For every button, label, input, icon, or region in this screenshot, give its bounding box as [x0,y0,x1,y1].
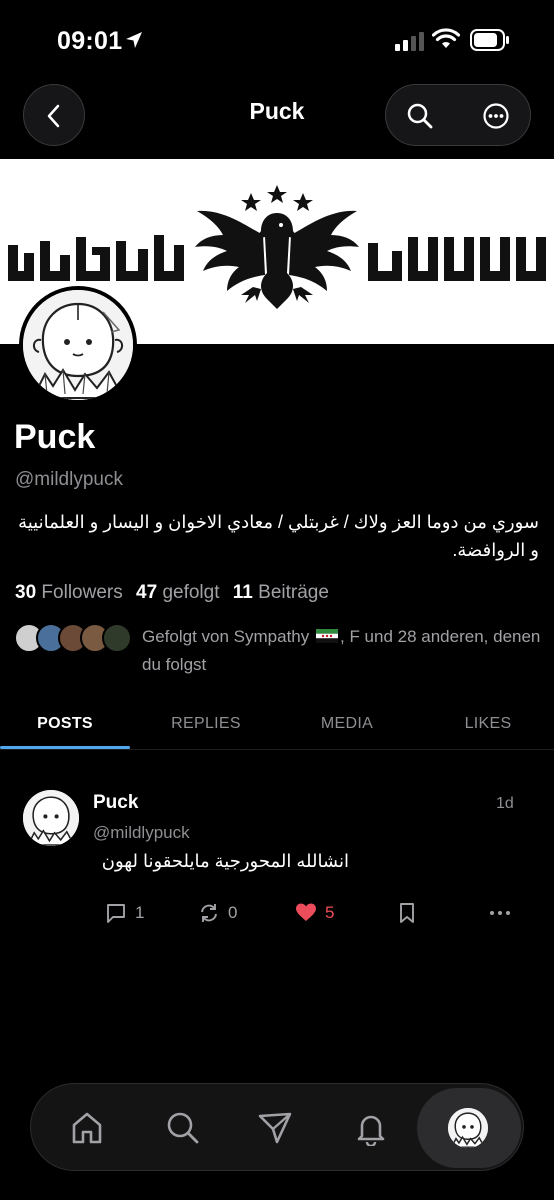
follower-avatar [102,623,132,653]
syria-flag-icon [316,629,338,643]
bookmark-button[interactable] [398,902,416,924]
profile-tab-avatar [448,1108,488,1148]
post-text[interactable]: انشالله المحورجية مايلحقونا لهون [93,851,349,872]
followers-stat[interactable]: 30 Followers [15,582,131,603]
profile-stats: 30 Followers 47 gefolgt 11 Beiträge [15,582,337,604]
wifi-icon [432,28,460,48]
heart-icon [296,903,316,921]
tab-posts[interactable]: POSTS [0,715,130,733]
profile-handle: @mildlypuck [15,469,123,490]
repost-count: 0 [228,903,238,922]
explore-icon[interactable] [165,1110,201,1146]
repost-button[interactable]: 0 [198,902,237,924]
following-count: 47 [136,582,158,603]
profile-bio: سوري من دوما العز ولاك / غربتلي / معادي … [18,512,539,560]
profile-avatar[interactable] [19,286,137,404]
post-avatar[interactable] [23,790,79,846]
bottom-tab-bar [30,1083,524,1171]
post-author-name[interactable]: Puck [93,792,138,814]
back-icon [47,104,60,128]
status-time: 09:01 [57,27,123,55]
tab-replies[interactable]: REPLIES [141,715,271,733]
followers-label: Followers [41,582,123,603]
calligraphy-left [8,235,184,281]
reply-button[interactable]: 1 [105,902,144,924]
following-label: gefolgt [162,582,220,603]
nav-title: Puck [249,98,305,124]
send-icon[interactable] [257,1110,293,1146]
avatar-illustration [23,790,79,846]
post-timestamp: 1d [496,795,514,812]
nav-actions [385,84,531,146]
post-more-button[interactable] [488,902,512,924]
followed-by-prefix: Gefolgt von Sympathy [142,627,310,646]
followers-count: 30 [15,582,37,603]
like-button[interactable]: 5 [295,902,334,924]
post-author-handle: @mildlypuck [93,823,190,842]
more-horizontal-icon [490,911,510,915]
tab-media[interactable]: MEDIA [282,715,412,733]
location-arrow-icon [126,32,142,48]
bell-icon[interactable] [353,1110,389,1146]
profile-name: Puck [14,418,96,456]
search-icon[interactable] [406,102,434,130]
more-icon[interactable] [482,102,510,130]
signal-icon [395,32,424,51]
status-bar: 09:01 [0,0,554,84]
following-stat[interactable]: 47 gefolgt [136,582,227,603]
home-icon[interactable] [69,1110,105,1146]
bookmark-icon [400,903,414,923]
eagle-emblem [195,185,359,309]
active-tab-indicator [0,746,130,749]
reply-icon [107,904,125,923]
like-count: 5 [325,903,335,922]
profile-tabs: POSTS REPLIES MEDIA LIKES [0,700,554,750]
calligraphy-right [368,237,546,281]
reply-count: 1 [135,903,145,922]
avatar-illustration [23,290,133,400]
posts-stat: 11 Beiträge [233,582,337,603]
avatar-illustration [448,1108,488,1148]
tab-likes[interactable]: LIKES [423,715,553,733]
known-followers-avatars[interactable] [14,623,132,655]
posts-count: 11 [232,582,253,603]
followed-by-text[interactable]: Gefolgt von Sympathy , F und 28 anderen,… [142,623,542,679]
battery-icon [470,29,509,51]
tab-profile[interactable] [417,1088,521,1168]
posts-label: Beiträge [258,582,329,603]
repost-icon [201,904,217,922]
back-button[interactable] [23,84,85,146]
